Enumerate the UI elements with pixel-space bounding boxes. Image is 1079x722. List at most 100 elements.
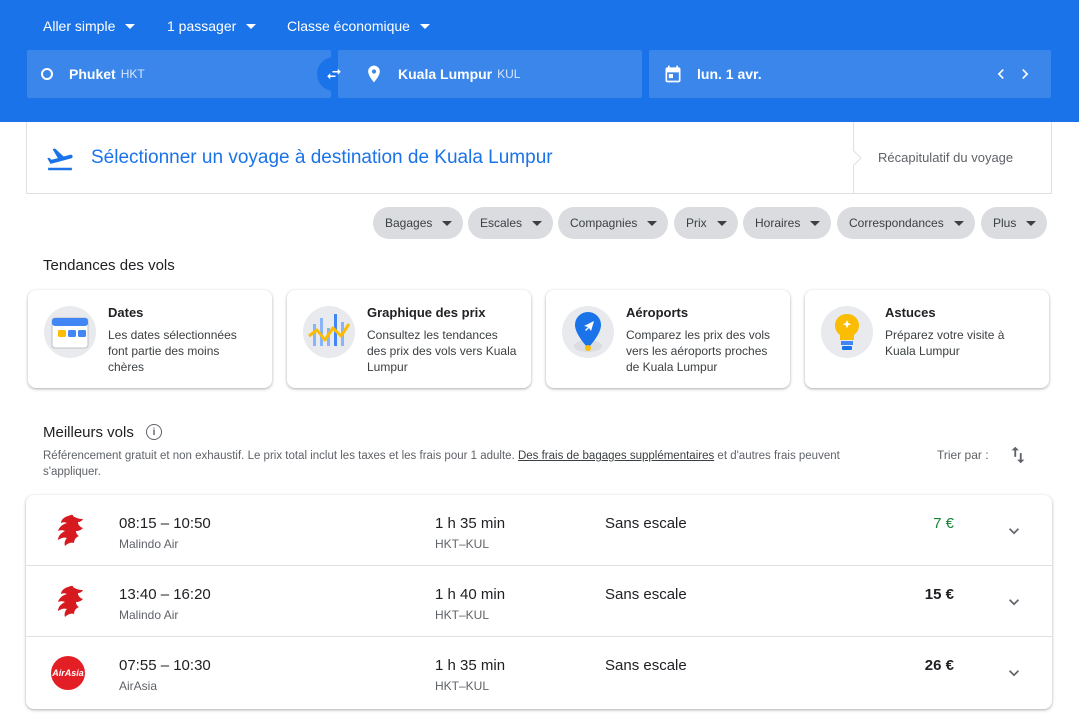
filter-chip-price[interactable]: Prix [674, 207, 738, 239]
caret-down-icon [647, 220, 658, 226]
flight-stops: Sans escale [605, 586, 687, 603]
chevron-left-icon [997, 69, 1004, 79]
date-value: lun. 1 avr. [697, 66, 762, 82]
trend-card-description: Consultez les tendances des prix des vol… [367, 328, 517, 374]
caret-down-icon [810, 220, 821, 226]
next-date-button[interactable] [1013, 62, 1037, 86]
flight-price: 7 € [933, 515, 954, 532]
flight-takeoff-icon [47, 148, 73, 171]
flight-duration: 1 h 35 min [435, 657, 506, 674]
calendar-icon [44, 306, 96, 358]
flight-row[interactable]: AirAsia 07:55 – 10:30 AirAsia 1 h 35 min… [26, 637, 1052, 708]
sort-label: Trier par : [937, 448, 989, 462]
pricing-disclaimer: Référencement gratuit et non exhaustif. … [43, 448, 893, 480]
airline-name: Malindo Air [119, 537, 179, 551]
trend-card-tips[interactable]: Astuces Préparez votre visite à Kuala Lu… [805, 290, 1049, 388]
previous-date-button[interactable] [989, 62, 1013, 86]
date-field[interactable]: lun. 1 avr. [649, 50, 1051, 98]
malindo-logo [50, 584, 86, 620]
trend-card-description: Les dates sélectionnées font partie des … [108, 328, 237, 374]
chevron-down-icon [1009, 528, 1019, 535]
caret-down-icon [1026, 220, 1037, 226]
trip-type-dropdown[interactable]: Aller simple [43, 16, 136, 36]
flight-duration: 1 h 35 min [435, 515, 506, 532]
malindo-logo [50, 513, 86, 549]
price-graph-icon [303, 306, 355, 358]
filter-chip-airlines[interactable]: Compagnies [558, 207, 669, 239]
trip-summary-label: Récapitulatif du voyage [878, 150, 1014, 165]
location-pin-icon [368, 65, 380, 83]
destination-city: Kuala Lumpur [398, 66, 493, 82]
destination-field[interactable]: Kuala Lumpur KUL [338, 50, 642, 98]
sort-button[interactable] [1007, 444, 1029, 466]
trends-title: Tendances des vols [43, 257, 175, 274]
flight-times: 08:15 – 10:50 [119, 515, 211, 532]
baggage-fees-link[interactable]: Des frais de bagages supplémentaires [518, 450, 714, 462]
trend-card-title: Astuces [885, 305, 936, 320]
filter-chip-connections[interactable]: Correspondances [837, 207, 975, 239]
filter-chip-label: Correspondances [849, 216, 944, 230]
flight-row[interactable]: 13:40 – 16:20 Malindo Air 1 h 40 min HKT… [26, 566, 1052, 637]
info-icon[interactable]: i [146, 424, 162, 440]
caret-down-icon [532, 220, 543, 226]
trend-card-dates[interactable]: Dates Les dates sélectionnées font parti… [28, 290, 272, 388]
trend-card-description: Comparez les prix des vols vers les aéro… [626, 328, 771, 374]
flight-results-list: 08:15 – 10:50 Malindo Air 1 h 35 min HKT… [26, 495, 1052, 709]
disclaimer-text: Référencement gratuit et non exhaustif. … [43, 450, 518, 462]
filter-chip-more[interactable]: Plus [981, 207, 1048, 239]
airport-pin-icon [562, 306, 614, 358]
filter-chip-times[interactable]: Horaires [743, 207, 832, 239]
caret-down-icon [246, 23, 257, 29]
flight-stops: Sans escale [605, 657, 687, 674]
flight-price: 15 € [924, 586, 954, 603]
trend-card-title: Dates [108, 305, 144, 320]
filter-chip-label: Prix [686, 216, 707, 230]
trend-card-price-graph[interactable]: Graphique des prix Consultez les tendanc… [287, 290, 531, 388]
expand-button[interactable] [1004, 521, 1024, 541]
origin-city: Phuket [69, 66, 116, 82]
cabin-class-dropdown[interactable]: Classe économique [287, 16, 430, 36]
trend-card-airports[interactable]: Aéroports Comparez les prix des vols ver… [546, 290, 790, 388]
filter-chip-baggage[interactable]: Bagages [373, 207, 464, 239]
caret-down-icon [442, 220, 453, 226]
passengers-dropdown[interactable]: 1 passager [167, 16, 257, 36]
trip-summary-tab[interactable]: Récapitulatif du voyage [853, 122, 1051, 194]
expand-button[interactable] [1004, 592, 1024, 612]
flight-times: 13:40 – 16:20 [119, 586, 211, 603]
destination-code: KUL [497, 67, 521, 81]
airline-name: AirAsia [119, 679, 158, 693]
caret-down-icon [125, 23, 136, 29]
airasia-logo: AirAsia [50, 655, 86, 691]
search-header: Aller simple 1 passager Classe économiqu… [0, 0, 1079, 122]
filter-chip-label: Escales [480, 216, 523, 230]
origin-code: HKT [120, 67, 145, 81]
caret-down-icon [716, 220, 727, 226]
flight-route: HKT–KUL [435, 679, 490, 693]
caret-down-icon [953, 220, 964, 226]
chevron-down-icon [1009, 670, 1019, 677]
flight-route: HKT–KUL [435, 608, 490, 622]
best-flights-title: Meilleurs vols [43, 424, 134, 441]
flight-route: HKT–KUL [435, 537, 490, 551]
origin-circle-icon [41, 68, 53, 80]
trend-card-description: Préparez votre visite à Kuala Lumpur [885, 328, 1005, 358]
chevron-down-icon [1009, 599, 1019, 606]
filter-chip-label: Plus [993, 216, 1017, 230]
expand-button[interactable] [1004, 663, 1024, 683]
trend-card-title: Graphique des prix [367, 305, 486, 320]
svg-text:AirAsia: AirAsia [51, 668, 84, 678]
filter-chip-label: Bagages [385, 216, 433, 230]
flight-duration: 1 h 40 min [435, 586, 506, 603]
origin-field[interactable]: Phuket HKT [27, 50, 331, 98]
calendar-icon [665, 65, 681, 83]
trend-card-title: Aéroports [626, 305, 689, 320]
filter-chip-label: Horaires [755, 216, 801, 230]
airline-name: Malindo Air [119, 608, 179, 622]
flight-row[interactable]: 08:15 – 10:50 Malindo Air 1 h 35 min HKT… [26, 495, 1052, 566]
flight-times: 07:55 – 10:30 [119, 657, 211, 674]
selection-title: Sélectionner un voyage à destination de … [91, 147, 553, 168]
filter-chip-label: Compagnies [570, 216, 638, 230]
selection-bar: Sélectionner un voyage à destination de … [26, 122, 1052, 194]
caret-down-icon [419, 23, 430, 29]
filter-chip-stops[interactable]: Escales [468, 207, 554, 239]
